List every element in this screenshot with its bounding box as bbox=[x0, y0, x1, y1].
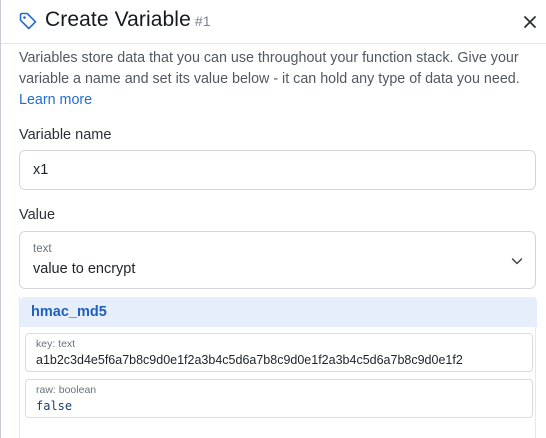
filter-arg-key[interactable]: key: text a1b2c3d4e5f6a7b8c9d0e1f2a3b4c5… bbox=[25, 333, 533, 372]
value-select[interactable]: text value to encrypt bbox=[19, 231, 536, 289]
tag-icon bbox=[19, 12, 37, 30]
value-label: Value bbox=[19, 207, 56, 223]
description: Variables store data that you can use th… bbox=[19, 48, 537, 111]
title-text: Create Variable bbox=[45, 8, 191, 31]
learn-more-link[interactable]: Learn more bbox=[19, 92, 92, 108]
variable-name-value: x1 bbox=[33, 162, 49, 178]
variable-name-label: Variable name bbox=[19, 127, 112, 143]
arg-label: key: text bbox=[36, 338, 76, 350]
close-icon[interactable] bbox=[521, 13, 539, 31]
filter-name: hmac_md5 bbox=[31, 304, 107, 320]
chevron-down-icon bbox=[511, 258, 523, 265]
panel-header: Create Variable #1 bbox=[1, 0, 546, 44]
arg-value: a1b2c3d4e5f6a7b8c9d0e1f2a3b4c5d6a7b8c9d0… bbox=[36, 353, 463, 367]
variable-name-input[interactable]: x1 bbox=[19, 150, 536, 190]
variable-number: #1 bbox=[194, 13, 211, 29]
page-title: Create Variable #1 bbox=[45, 8, 211, 32]
arg-value: false bbox=[36, 399, 73, 413]
filter-card: hmac_md5 key: text a1b2c3d4e5f6a7b8c9d0e… bbox=[19, 297, 537, 438]
filter-arg-raw[interactable]: raw: boolean false bbox=[25, 379, 533, 418]
create-variable-panel: Create Variable #1 Variables store data t… bbox=[0, 0, 546, 438]
filter-header[interactable]: hmac_md5 bbox=[20, 297, 537, 327]
description-text: Variables store data that you can use th… bbox=[19, 50, 520, 87]
value-type: text bbox=[33, 243, 52, 255]
value-text: value to encrypt bbox=[33, 261, 136, 277]
arg-label: raw: boolean bbox=[36, 384, 97, 396]
